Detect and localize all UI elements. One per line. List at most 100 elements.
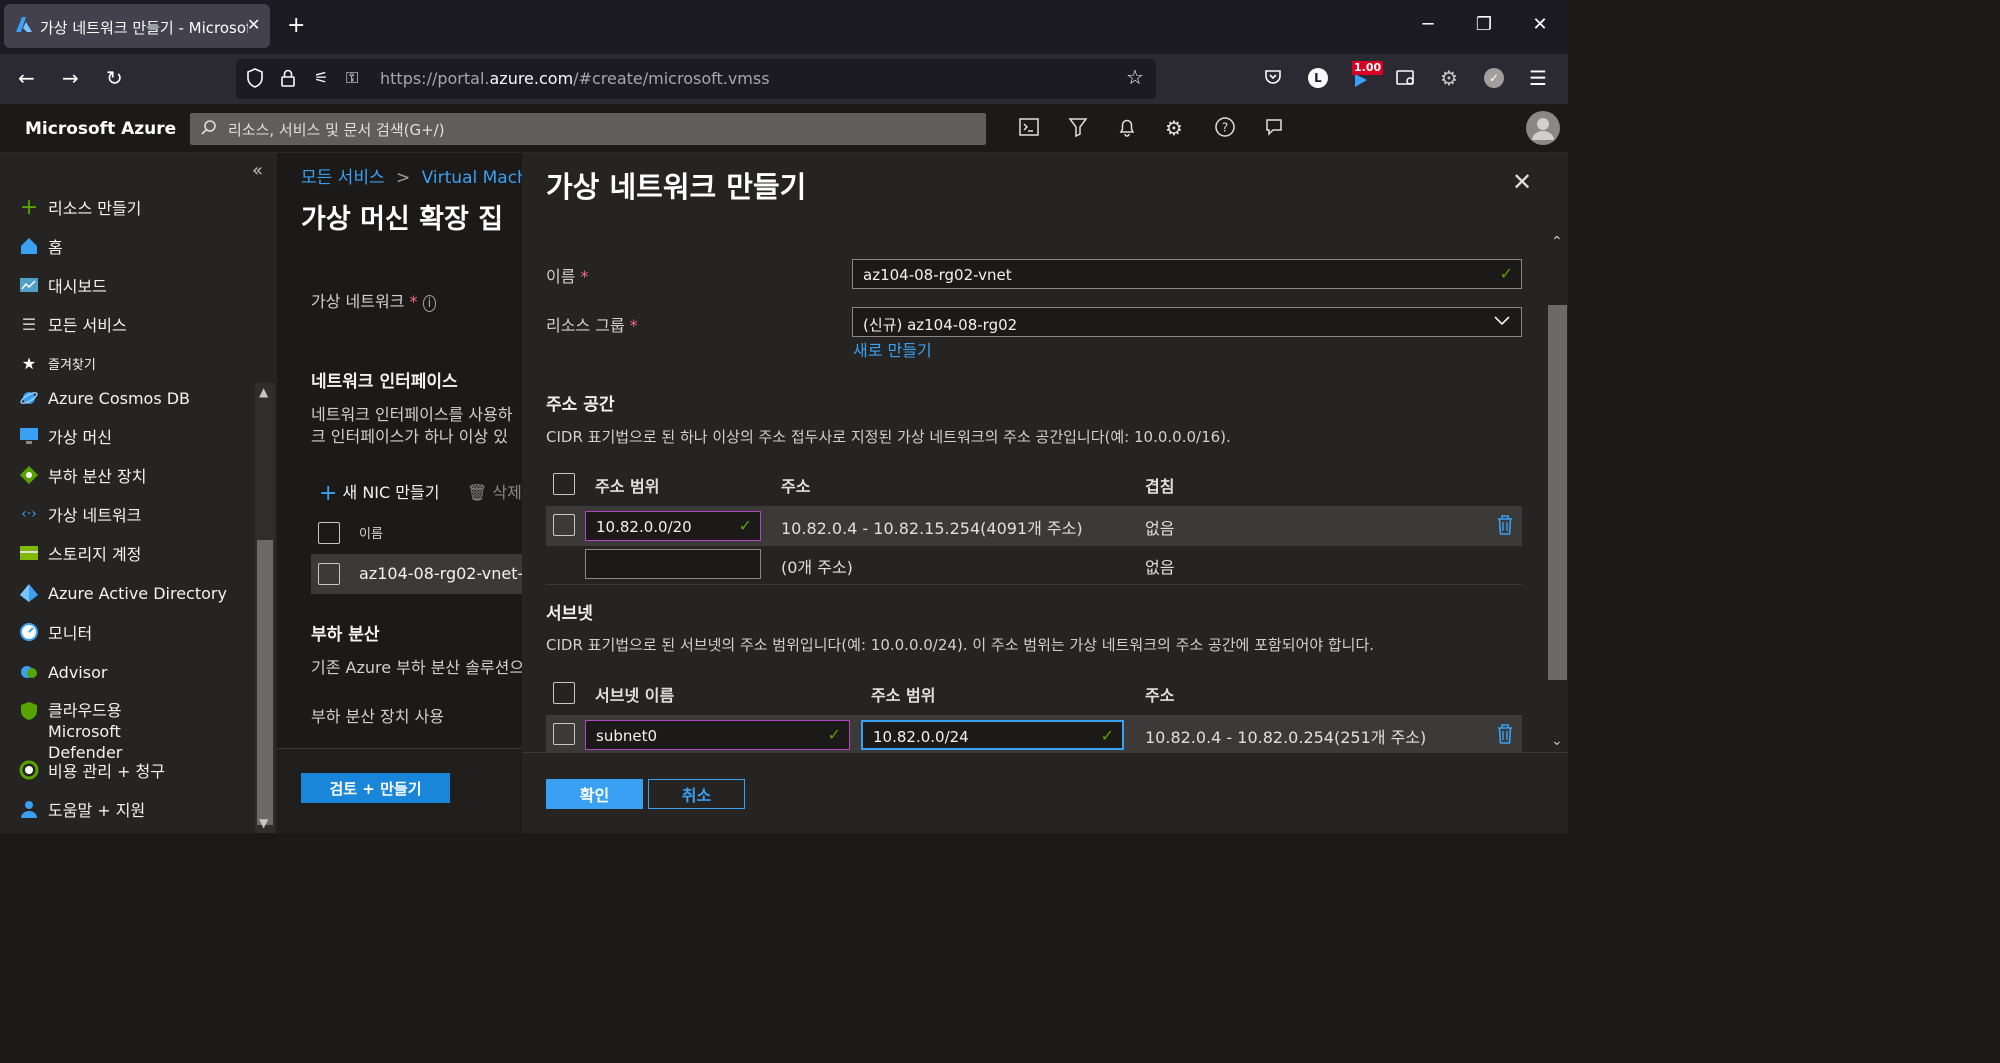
sidebar-item-vm[interactable]: 가상 머신 — [18, 421, 112, 451]
minimize-icon[interactable]: ─ — [1413, 14, 1443, 35]
panel-close-icon[interactable]: ✕ — [1512, 168, 1532, 196]
reload-icon[interactable]: ↻ — [106, 66, 123, 90]
url-bar[interactable]: ⚟ ⚿ https://portal.azure.com/#create/mic… — [236, 59, 1156, 99]
account-avatar[interactable] — [1526, 111, 1560, 145]
check-extension-icon[interactable]: ✓ — [1484, 68, 1504, 88]
subnet-name-input[interactable]: subnet0 ✓ — [585, 720, 850, 750]
search-placeholder: 리소스, 서비스 및 문서 검색(G+/) — [228, 121, 445, 139]
address-row-checkbox[interactable] — [553, 514, 575, 536]
new-address-range-input[interactable] — [585, 549, 761, 579]
delete-subnet-trash-icon[interactable] — [1496, 723, 1514, 749]
settings-gear-extension-icon[interactable]: ⚙ — [1440, 66, 1458, 90]
sidebar-item-defender[interactable]: 클라우드용 Microsoft Defender — [18, 700, 198, 762]
subnet-range-input[interactable]: 10.82.0.0/24 ✓ — [861, 720, 1124, 750]
sidebar-item-storage[interactable]: 스토리지 계정 — [18, 538, 141, 568]
breadcrumb-all-services[interactable]: 모든 서비스 — [301, 168, 385, 188]
monitor-icon — [18, 621, 40, 643]
sidebar-item-vnet[interactable]: ‹·› 가상 네트워크 — [18, 499, 141, 529]
shield-icon[interactable] — [246, 68, 264, 92]
restore-icon[interactable]: ❐ — [1469, 14, 1499, 35]
feedback-icon[interactable] — [1263, 116, 1285, 142]
panel-scrollbar-thumb[interactable] — [1548, 305, 1567, 680]
lock-icon[interactable] — [280, 68, 296, 92]
sidebar-label: Azure Active Directory — [48, 583, 227, 603]
review-create-button[interactable]: 검토 + 만들기 — [301, 773, 450, 803]
azure-ad-icon — [18, 582, 40, 604]
cosmos-db-icon — [18, 387, 40, 409]
azure-logo-icon — [15, 16, 33, 38]
breadcrumb: 모든 서비스 > Virtual Machin — [301, 163, 543, 188]
panel-scroll-up-icon[interactable]: ⌃ — [1551, 234, 1563, 250]
sidebar-item-monitor[interactable]: 모니터 — [18, 617, 92, 647]
window-close-icon[interactable]: ✕ — [1525, 14, 1555, 35]
vnet-name-input[interactable]: az104-08-rg02-vnet ✓ — [852, 259, 1522, 289]
back-icon[interactable]: ← — [18, 66, 35, 90]
cost-management-icon — [18, 759, 40, 781]
delete-address-trash-icon[interactable] — [1496, 514, 1514, 540]
address-range-input[interactable]: 10.82.0.0/20 ✓ — [585, 511, 761, 541]
subnet-row-checkbox[interactable] — [553, 723, 575, 745]
sidebar-create-resource[interactable]: + 리소스 만들기 — [18, 192, 142, 222]
pocket-icon[interactable] — [1264, 68, 1282, 90]
tab-title: 가상 네트워크 만들기 - Microsoft Azure — [40, 19, 248, 37]
scroll-down-icon[interactable]: ▼ — [259, 816, 268, 830]
name-label: 이름 * — [546, 267, 589, 286]
key-icon[interactable]: ⚿ — [346, 68, 358, 88]
sidebar-item-cost[interactable]: 비용 관리 + 청구 — [18, 755, 165, 785]
collapse-sidebar-icon[interactable]: « — [252, 160, 263, 181]
new-address-row-address: (0개 주소) — [781, 558, 853, 577]
sidebar-label: 대시보드 — [48, 277, 107, 296]
info-icon[interactable]: i — [422, 295, 437, 312]
scroll-up-icon[interactable]: ▲ — [259, 385, 268, 399]
help-question-icon[interactable]: ? — [1214, 116, 1236, 142]
delete-nic-button[interactable]: 🗑 삭제 — [467, 479, 522, 503]
addr-col-overlap: 겹침 — [1145, 477, 1175, 496]
sidebar-item-load-balancer[interactable]: 부하 분산 장치 — [18, 460, 147, 490]
create-new-rg-link[interactable]: 새로 만들기 — [853, 337, 932, 361]
sidebar-item-cosmos-db[interactable]: Azure Cosmos DB — [18, 383, 190, 413]
screenshot-icon[interactable] — [1396, 68, 1416, 92]
sidebar-item-advisor[interactable]: Advisor — [18, 657, 107, 687]
directory-filter-icon[interactable] — [1067, 116, 1089, 142]
trash-icon: 🗑 — [467, 483, 488, 502]
cloud-shell-icon[interactable] — [1018, 116, 1040, 142]
sidebar-label: Advisor — [48, 662, 108, 682]
subnet-select-all-checkbox[interactable] — [553, 682, 575, 704]
extension-badge: 1.00 — [1352, 61, 1384, 75]
valid-check-icon: ✓ — [827, 725, 841, 744]
menu-hamburger-icon[interactable]: ☰ — [1529, 66, 1547, 90]
new-nic-button[interactable]: + 새 NIC 만들기 — [319, 479, 439, 506]
sidebar-item-help[interactable]: 도움말 + 지원 — [18, 794, 145, 824]
sidebar-all-services[interactable]: ☰ 모든 서비스 — [18, 309, 127, 339]
global-search-input[interactable]: 리소스, 서비스 및 문서 검색(G+/) — [190, 113, 986, 145]
permissions-icon[interactable]: ⚟ — [314, 68, 328, 87]
azure-brand[interactable]: Microsoft Azure — [25, 119, 176, 139]
panel-scroll-down-icon[interactable]: ⌄ — [1551, 733, 1563, 749]
sidebar-label: 모니터 — [48, 624, 93, 643]
address-select-all-checkbox[interactable] — [553, 473, 575, 495]
nic-select-all-checkbox[interactable] — [318, 522, 340, 544]
sidebar-item-aad[interactable]: Azure Active Directory — [18, 578, 227, 608]
nic-row-checkbox[interactable] — [318, 563, 340, 585]
forward-icon[interactable]: → — [62, 66, 79, 90]
sidebar-home[interactable]: 홈 — [18, 231, 63, 261]
plus-icon: + — [319, 481, 338, 506]
resource-group-select[interactable]: (신규) az104-08-rg02 — [852, 307, 1522, 337]
vmss-create-blade: 모든 서비스 > Virtual Machin 가상 머신 확장 집 가상 네트… — [277, 153, 553, 833]
sidebar-dashboard[interactable]: 대시보드 — [18, 270, 107, 300]
resource-group-value: (신규) az104-08-rg02 — [863, 316, 1018, 334]
new-tab-button[interactable]: + — [287, 13, 305, 38]
subnet-name-value: subnet0 — [596, 727, 658, 745]
sidebar-scrollbar-thumb[interactable] — [257, 540, 273, 825]
tab-close-icon[interactable]: ✕ — [247, 15, 260, 34]
sidebar-label: 가상 네트워크 — [48, 506, 142, 525]
bookmark-star-icon[interactable]: ☆ — [1126, 65, 1144, 89]
browser-tab[interactable]: 가상 네트워크 만들기 - Microsoft Azure ✕ — [4, 4, 270, 48]
ok-button[interactable]: 확인 — [546, 779, 643, 809]
profile-avatar[interactable]: L — [1308, 68, 1328, 88]
settings-gear-icon[interactable]: ⚙ — [1165, 116, 1183, 140]
notifications-bell-icon[interactable] — [1116, 116, 1138, 142]
star-icon: ★ — [21, 353, 37, 373]
address-space-heading: 주소 공간 — [546, 395, 615, 415]
cancel-button[interactable]: 취소 — [648, 779, 745, 809]
